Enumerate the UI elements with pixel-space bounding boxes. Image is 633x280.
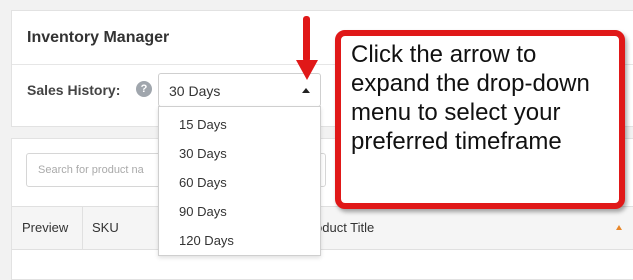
column-header-preview[interactable]: Preview xyxy=(22,220,68,235)
annotation-callout: Click the arrow to expand the drop-down … xyxy=(335,30,625,209)
sales-history-selected: 30 Days xyxy=(169,83,221,99)
dropdown-option-30-days[interactable]: 30 Days xyxy=(179,146,227,161)
table-header: Preview SKU Product Title xyxy=(12,206,633,250)
sales-history-dropdown-menu: 15 Days 30 Days 60 Days 90 Days 120 Days xyxy=(158,106,321,256)
question-circle-icon[interactable]: ? xyxy=(136,81,152,97)
dropdown-option-90-days[interactable]: 90 Days xyxy=(179,204,227,219)
annotation-arrow-shaft xyxy=(303,16,310,62)
search-placeholder: Search for product na xyxy=(38,164,144,176)
page-title: Inventory Manager xyxy=(27,29,170,46)
dropdown-arrow-icon[interactable] xyxy=(302,88,310,93)
annotation-arrow-down-icon xyxy=(296,60,318,80)
dropdown-option-15-days[interactable]: 15 Days xyxy=(179,117,227,132)
sales-history-label: Sales History: xyxy=(27,82,121,98)
sort-ascending-icon[interactable] xyxy=(616,225,622,230)
column-divider xyxy=(82,207,83,249)
dropdown-option-60-days[interactable]: 60 Days xyxy=(179,175,227,190)
annotation-text: Click the arrow to expand the drop-down … xyxy=(351,41,590,155)
dropdown-option-120-days[interactable]: 120 Days xyxy=(179,233,234,248)
column-header-sku[interactable]: SKU xyxy=(92,220,119,235)
